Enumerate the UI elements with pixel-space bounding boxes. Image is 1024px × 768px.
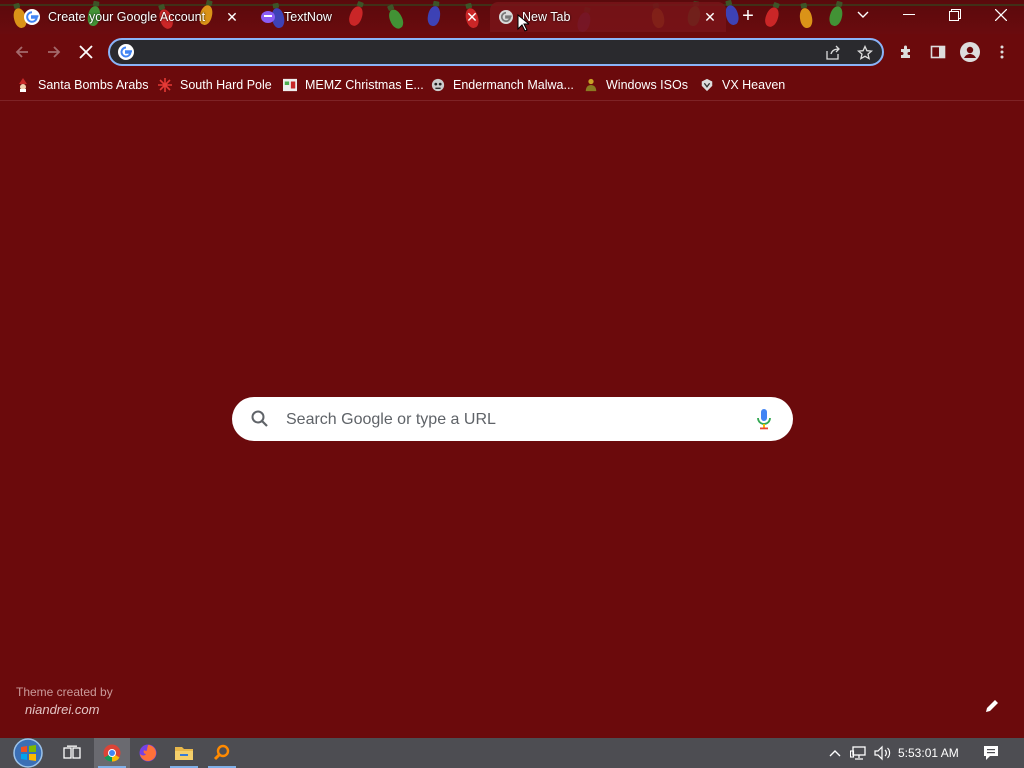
close-tab-icon[interactable]: ✕ [702,9,718,25]
star-icon [857,45,873,60]
close-tab-icon[interactable]: ✕ [464,9,480,25]
endermanch-icon [431,78,445,92]
bookmark-label: MEMZ Christmas E... [305,78,424,92]
chrome-icon [103,744,121,762]
start-button[interactable] [8,738,48,768]
bookmark-vx-heaven[interactable]: VX Heaven [700,76,785,94]
tab-strip: Create your Google Account ✕ TextNow ✕ N… [0,0,1024,34]
restore-button[interactable] [932,0,978,30]
bookmark-star-button[interactable] [856,44,874,62]
memz-icon [283,78,297,92]
action-center-button[interactable] [978,738,1004,768]
magnifier-app-icon [213,744,230,761]
google-icon [24,9,40,25]
profile-button[interactable] [958,40,982,64]
side-panel-button[interactable] [926,40,950,64]
christmas-bulb [798,7,814,29]
tray-show-hidden[interactable] [826,738,844,768]
ntp-search-input[interactable] [284,409,738,431]
side-panel-icon [930,45,946,59]
bookmark-label: Windows ISOs [606,78,688,92]
close-tab-icon[interactable]: ✕ [224,9,240,25]
customize-edit-icon[interactable] [982,696,1002,716]
chevron-up-icon [829,750,841,757]
textnow-icon [260,9,276,25]
chevron-down-icon [857,11,869,18]
taskbar-search-app[interactable] [204,738,240,768]
tab-title: New Tab [522,10,571,24]
share-button[interactable] [824,44,842,62]
taskbar: 5:53:01 AM [0,738,1024,768]
buddha-icon [584,78,598,92]
profile-icon [960,42,980,62]
extensions-button[interactable] [894,40,918,64]
taskbar-chrome[interactable] [94,738,130,768]
microphone-icon[interactable] [754,408,774,430]
close-window-button[interactable] [978,0,1024,30]
bookmark-windows-isos[interactable]: Windows ISOs [584,76,688,94]
google-icon [498,9,514,25]
tray-volume[interactable] [872,738,894,768]
tab-title: TextNow [284,10,332,24]
bookmark-south-hard-pole[interactable]: South Hard Pole [158,76,272,94]
bookmarks-bar: Santa Bombs Arabs South Hard Pole MEMZ C… [0,70,1024,101]
address-input[interactable] [144,42,798,64]
search-icon [251,410,268,427]
bookmark-santa-bombs-arabs[interactable]: Santa Bombs Arabs [16,76,148,94]
tab-search-button[interactable] [840,0,886,30]
tab-create-google-account[interactable]: Create your Google Account ✕ [16,2,248,32]
back-icon [15,46,28,58]
santa-icon [16,78,30,92]
share-icon [826,45,840,60]
windows-start-orb-icon [13,738,43,768]
google-icon [118,44,134,60]
bookmark-memz-christmas[interactable]: MEMZ Christmas E... [283,76,424,94]
restore-icon [949,9,961,21]
mouse-cursor-icon [517,14,529,32]
tray-network[interactable] [848,738,870,768]
task-view-button[interactable] [54,738,90,768]
forward-button[interactable] [40,38,68,66]
volume-icon [874,745,891,761]
snowflake-icon [158,78,172,92]
back-button[interactable] [8,38,36,66]
vx-heaven-icon [700,78,714,92]
forward-icon [48,46,61,58]
menu-icon [1000,45,1004,59]
theme-credit-label: Theme created by [16,685,113,699]
taskbar-firefox[interactable] [130,738,166,768]
file-explorer-icon [175,747,193,760]
close-icon [995,9,1007,21]
menu-button[interactable] [990,40,1014,64]
taskbar-file-explorer[interactable] [166,738,202,768]
bookmark-label: VX Heaven [722,78,786,92]
bookmark-label: Endermanch Malwa... [453,78,574,92]
stop-loading-icon [79,45,93,59]
firefox-icon [139,744,157,762]
ntp-search-box[interactable] [232,397,793,441]
notification-icon [984,746,998,760]
toolbar [0,34,1024,70]
bookmark-endermanch-malware[interactable]: Endermanch Malwa... [431,76,574,94]
minimize-icon [903,14,915,15]
christmas-bulb [762,5,782,29]
address-bar[interactable] [108,38,884,66]
theme-credit-link[interactable]: niandrei.com [25,701,113,718]
bookmark-label: South Hard Pole [180,78,272,92]
task-view-icon [63,745,81,759]
network-icon [850,746,866,760]
theme-credit: Theme created by niandrei.com [16,684,113,718]
tab-title: Create your Google Account [48,10,206,24]
stop-loading-button[interactable] [72,38,100,66]
tab-textnow[interactable]: TextNow ✕ [252,2,488,32]
taskbar-clock[interactable]: 5:53:01 AM [898,738,959,768]
extensions-icon [901,45,910,58]
bookmark-label: Santa Bombs Arabs [38,78,149,92]
new-tab-button[interactable]: + [738,6,758,26]
minimize-button[interactable] [886,0,932,30]
